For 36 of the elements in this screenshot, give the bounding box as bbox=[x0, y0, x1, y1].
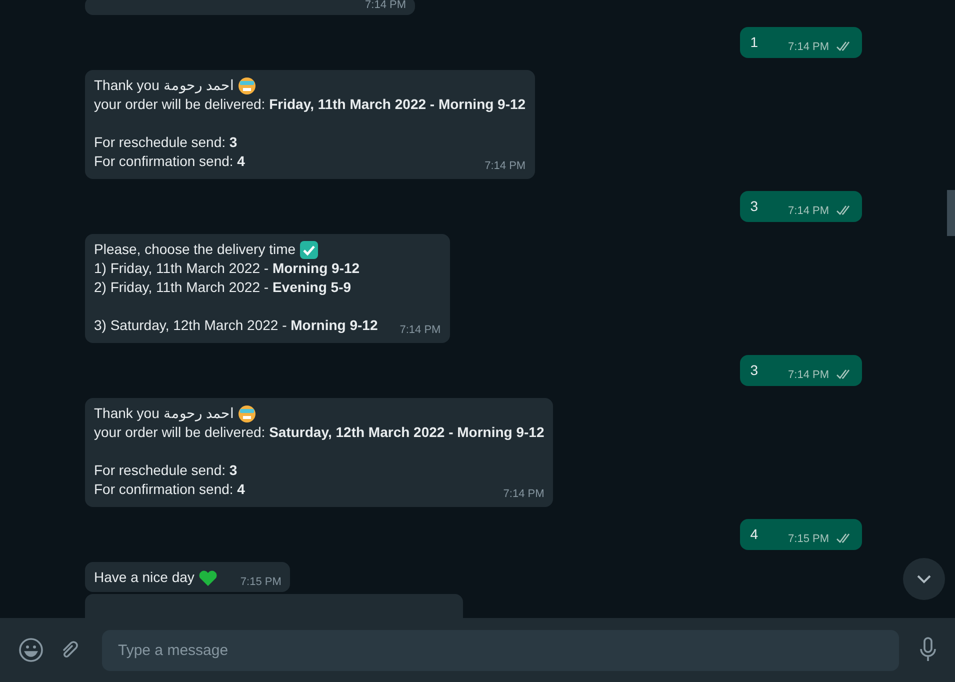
scrollbar-thumb[interactable] bbox=[947, 190, 955, 236]
message-time: 7:14 PM bbox=[788, 41, 829, 54]
scroll-down-button[interactable] bbox=[903, 558, 945, 600]
message-time: 7:14 PM bbox=[503, 488, 544, 501]
chevron-down-icon bbox=[916, 574, 932, 584]
message-time: 7:14 PM bbox=[788, 369, 829, 382]
message-text: 1) Friday, 11th March 2022 - Morning 9-12 bbox=[94, 259, 360, 278]
message-text: Have a nice day bbox=[94, 568, 194, 587]
message-time: 7:14 PM bbox=[400, 324, 441, 337]
message-text: Thank you احمد رحومة bbox=[94, 404, 234, 423]
message-text: For reschedule send: 3 bbox=[94, 133, 238, 152]
emoji-icon[interactable] bbox=[18, 637, 44, 663]
message-text: Thank you احمد رحومة bbox=[94, 76, 234, 95]
emoji-face-icon bbox=[238, 404, 256, 422]
message-text: 1 bbox=[750, 33, 758, 52]
message-text: For reschedule send: 3 bbox=[94, 461, 238, 480]
check-mark-icon bbox=[300, 240, 318, 258]
message-time: 7:15 PM bbox=[788, 533, 829, 546]
message-time: 7:14 PM bbox=[788, 205, 829, 218]
message-text: 3 bbox=[750, 197, 758, 216]
message-text: 3) Saturday, 12th March 2022 - Morning 9-12 bbox=[94, 316, 378, 335]
message-text: 3 bbox=[750, 361, 758, 380]
message-time: 7:15 PM bbox=[240, 576, 282, 589]
message-time: 7:14 PM bbox=[484, 160, 526, 173]
heart-icon bbox=[198, 568, 218, 586]
emoji-face-icon bbox=[238, 76, 256, 94]
message-text: 2) Friday, 11th March 2022 - Evening 5-9 bbox=[94, 278, 352, 297]
message-text: For confirmation send: 4 bbox=[94, 152, 245, 171]
message-text: 4 bbox=[750, 525, 758, 544]
message-time: 7:14 PM bbox=[365, 0, 406, 12]
microphone-icon[interactable] bbox=[919, 637, 937, 663]
message-text: Please, choose the delivery time bbox=[94, 240, 296, 259]
message-text: For confirmation send: 4 bbox=[94, 480, 245, 499]
message-text: your order will be delivered: Saturday, 12th March 2022 - Morning 9-12 bbox=[94, 423, 544, 442]
message-text: your order will be delivered: Friday, 11th March 2022 - Morning 9-12 bbox=[94, 95, 526, 114]
message-input-field[interactable]: Type a message bbox=[102, 630, 899, 670]
